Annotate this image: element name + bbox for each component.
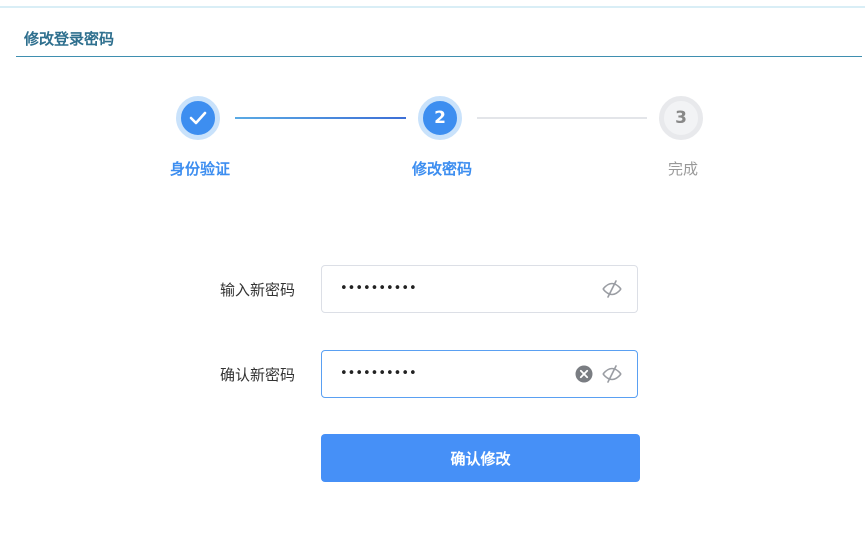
- clear-icon[interactable]: [575, 365, 593, 383]
- confirm-password-field[interactable]: ••••••••••: [321, 350, 638, 398]
- top-border: [0, 6, 865, 8]
- step-2-circle: 2: [418, 96, 462, 140]
- new-password-label: 输入新密码: [220, 281, 296, 299]
- step-connector-2: [477, 117, 647, 119]
- confirm-password-label: 确认新密码: [220, 366, 296, 384]
- eye-off-icon[interactable]: [601, 364, 623, 384]
- step-1-circle: [176, 96, 220, 140]
- step-2-label: 修改密码: [411, 160, 472, 178]
- confirm-password-value: ••••••••••: [340, 366, 417, 381]
- step-2-number: 2: [434, 108, 446, 128]
- step-3-circle: 3: [659, 96, 703, 140]
- eye-off-icon[interactable]: [601, 279, 623, 299]
- new-password-field[interactable]: ••••••••••: [321, 265, 638, 313]
- step-3-label: 完成: [667, 160, 698, 178]
- step-3-number: 3: [675, 108, 687, 128]
- title-divider: [16, 56, 862, 57]
- step-1-label: 身份验证: [169, 160, 230, 178]
- new-password-value: ••••••••••: [340, 281, 417, 296]
- page-title: 修改登录密码: [24, 30, 115, 48]
- step-connector-1: [235, 117, 406, 119]
- confirm-change-button[interactable]: 确认修改: [321, 434, 640, 482]
- check-icon: [189, 111, 207, 125]
